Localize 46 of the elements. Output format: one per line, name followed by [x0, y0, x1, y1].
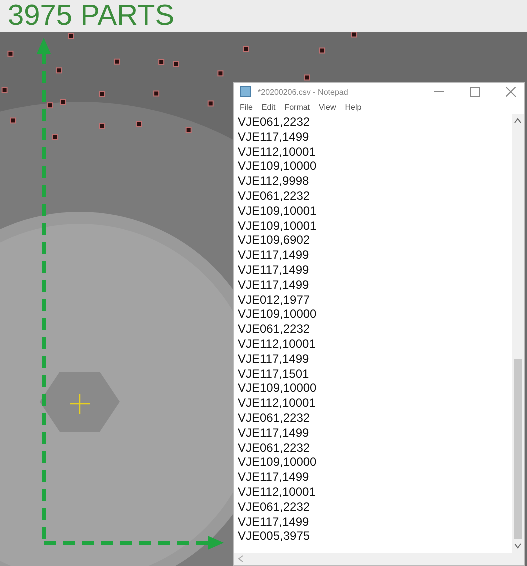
csv-line: VJE109,10001 [238, 204, 318, 219]
horizontal-scrollbar[interactable] [234, 553, 524, 565]
scroll-up-icon[interactable] [514, 118, 522, 124]
scroll-down-icon[interactable] [514, 543, 522, 549]
csv-line: VJE061,2232 [238, 410, 312, 426]
csv-line: VJE117,1499 [238, 514, 310, 530]
csv-line: VJE109,10000 [238, 159, 318, 174]
csv-line: VJE117,1499 [238, 248, 310, 263]
scroll-left-icon[interactable] [238, 555, 244, 563]
csv-line: VJE117,1499 [238, 352, 310, 367]
csv-line: VJE112,10001 [238, 144, 317, 160]
menu-item[interactable]: Help [345, 103, 362, 112]
csv-line: VJE112,10001 [238, 484, 317, 500]
csv-line: VJE005,3975 [238, 529, 312, 544]
csv-line: VJE109,6902 [238, 233, 312, 248]
parts-count-title: 3975 PARTS [8, 0, 175, 32]
csv-line: VJE117,1499 [238, 426, 310, 441]
notepad-icon [240, 86, 252, 98]
csv-line: VJE112,10001 [238, 336, 317, 352]
csv-line: VJE061,2232 [238, 322, 312, 337]
scroll-thumb[interactable] [514, 359, 522, 539]
csv-line: VJE117,1499 [238, 130, 310, 145]
csv-line: VJE061,2232 [238, 115, 312, 130]
csv-line: VJE117,1499 [238, 470, 310, 485]
csv-line: VJE061,2232 [238, 500, 312, 515]
csv-line: VJE061,2232 [238, 188, 312, 204]
maximize-icon[interactable] [470, 87, 480, 97]
csv-line: VJE117,1501 [238, 366, 310, 382]
vertical-scrollbar[interactable] [512, 114, 524, 553]
csv-line: VJE112,10001 [238, 396, 317, 411]
csv-line: VJE117,1499 [238, 262, 310, 278]
csv-line: VJE109,10000 [238, 381, 318, 396]
crosshair-icon [70, 394, 90, 414]
csv-line: VJE109,10001 [238, 218, 318, 234]
window-title: *20200206.csv - Notepad [258, 88, 350, 96]
csv-line: VJE109,10000 [238, 455, 318, 470]
csv-line: VJE012,1977 [238, 292, 312, 308]
menu-item[interactable]: Format [284, 103, 310, 112]
close-icon[interactable] [506, 87, 516, 97]
csv-line: VJE117,1499 [238, 278, 310, 293]
csv-line: VJE061,2232 [238, 440, 312, 456]
csv-line: VJE112,9998 [238, 174, 310, 189]
menu-item[interactable]: File [240, 103, 253, 112]
menu-item[interactable]: View [319, 103, 336, 112]
menu-item[interactable]: Edit [262, 103, 276, 112]
csv-line: VJE109,10000 [238, 307, 318, 322]
